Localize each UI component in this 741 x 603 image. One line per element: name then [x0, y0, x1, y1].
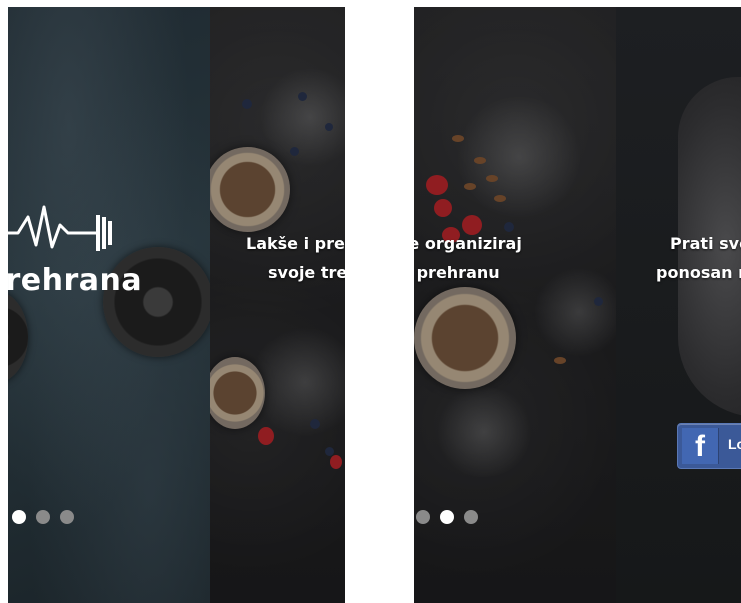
tagline-line-2: svoje treninge i prehranu — [268, 263, 345, 282]
tagline-line-1: Lakše i preglednije organiziraj — [246, 234, 345, 253]
overlay — [210, 7, 345, 603]
slide-tagline: Lakše i preglednije organiziraj svoje tr… — [414, 229, 522, 287]
app-name: s&Prehrana — [8, 263, 143, 298]
facebook-icon: f — [682, 428, 719, 464]
page-dot[interactable] — [416, 510, 430, 524]
page-dot[interactable] — [440, 510, 454, 524]
dumbbell-plate-image — [8, 292, 28, 382]
tagline-line-1: Lakše i preglednije organiziraj — [414, 234, 522, 253]
tagline-line-1: Prati svoj napredak i budi — [670, 234, 741, 253]
pagination-dots[interactable] — [416, 510, 478, 524]
slide-organize[interactable]: Lakše i preglednije organiziraj svoje tr… — [414, 7, 616, 603]
slide-progress-peek[interactable]: Prati svoj napredak i budi ponosan na sv… — [616, 7, 741, 603]
facebook-login-label: Login — [728, 436, 741, 452]
phone-screen-left: s&Prehrana Lakše i preglednije organizir… — [8, 7, 345, 603]
page-dot[interactable] — [12, 510, 26, 524]
pagination-dots[interactable] — [12, 510, 74, 524]
page-dot[interactable] — [464, 510, 478, 524]
heartbeat-dumbbell-icon — [8, 205, 112, 251]
facebook-login-button[interactable]: f Login — [677, 423, 741, 469]
slide-tagline: Lakše i preglednije organiziraj svoje tr… — [246, 229, 345, 287]
tagline-line-2: ponosan na svoj rezultat — [656, 263, 741, 282]
page-dot[interactable] — [36, 510, 50, 524]
page-dot[interactable] — [60, 510, 74, 524]
slide-logo[interactable]: s&Prehrana — [8, 7, 210, 603]
slide-organize-peek[interactable]: Lakše i preglednije organiziraj svoje tr… — [210, 7, 345, 603]
tagline-line-2: svoje treninge i prehranu — [414, 263, 500, 282]
slide-tagline: Prati svoj napredak i budi ponosan na sv… — [656, 229, 741, 287]
phone-screen-right: Lakše i preglednije organiziraj svoje tr… — [414, 7, 741, 603]
